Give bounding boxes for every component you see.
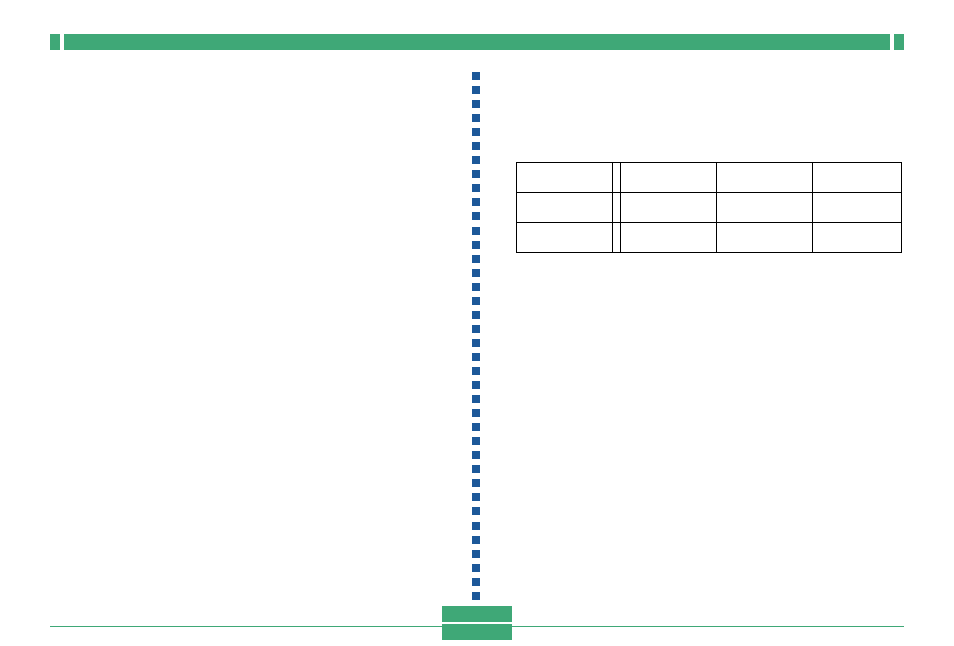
divider-dot [472,227,480,235]
divider-dot [472,325,480,333]
table-cell [717,223,813,253]
table-cell [717,163,813,193]
table-cell [517,223,613,253]
divider-dot [472,86,480,94]
divider-dot [472,367,480,375]
vertical-divider-dots [472,72,482,600]
table-cell [813,163,902,193]
table-row [517,163,902,193]
divider-dot [472,451,480,459]
table-cell [813,223,902,253]
divider-dot [472,100,480,108]
header-bar [50,34,904,50]
divider-dot [472,409,480,417]
divider-dot [472,142,480,150]
divider-dot [472,72,480,80]
footer-badge [442,606,512,640]
divider-dot [472,465,480,473]
divider-dot [472,128,480,136]
divider-dot [472,536,480,544]
divider-dot [472,395,480,403]
divider-dot [472,297,480,305]
divider-dot [472,381,480,389]
table-cell [517,163,613,193]
table-row [517,223,902,253]
table-cell [717,193,813,223]
divider-dot [472,493,480,501]
table-cell [620,163,716,193]
divider-dot [472,184,480,192]
header-cap-left [50,34,60,50]
divider-dot [472,339,480,347]
table-cell [620,193,716,223]
divider-dot [472,479,480,487]
table-cell [613,223,621,253]
divider-dot [472,283,480,291]
divider-dot [472,592,480,600]
divider-dot [472,437,480,445]
data-table [516,162,902,253]
divider-dot [472,564,480,572]
divider-dot [472,507,480,515]
divider-dot [472,212,480,220]
divider-dot [472,156,480,164]
divider-dot [472,170,480,178]
divider-dot [472,241,480,249]
divider-dot [472,423,480,431]
table-cell [613,193,621,223]
divider-dot [472,550,480,558]
divider-dot [472,269,480,277]
divider-dot [472,198,480,206]
divider-dot [472,311,480,319]
table-row [517,193,902,223]
table-cell [620,223,716,253]
header-cap-right [894,34,904,50]
divider-dot [472,255,480,263]
table-cell [813,193,902,223]
header-bar-mid [64,34,890,50]
divider-dot [472,353,480,361]
table-cell [517,193,613,223]
divider-dot [472,578,480,586]
divider-dot [472,522,480,530]
divider-dot [472,114,480,122]
table-cell [613,163,621,193]
